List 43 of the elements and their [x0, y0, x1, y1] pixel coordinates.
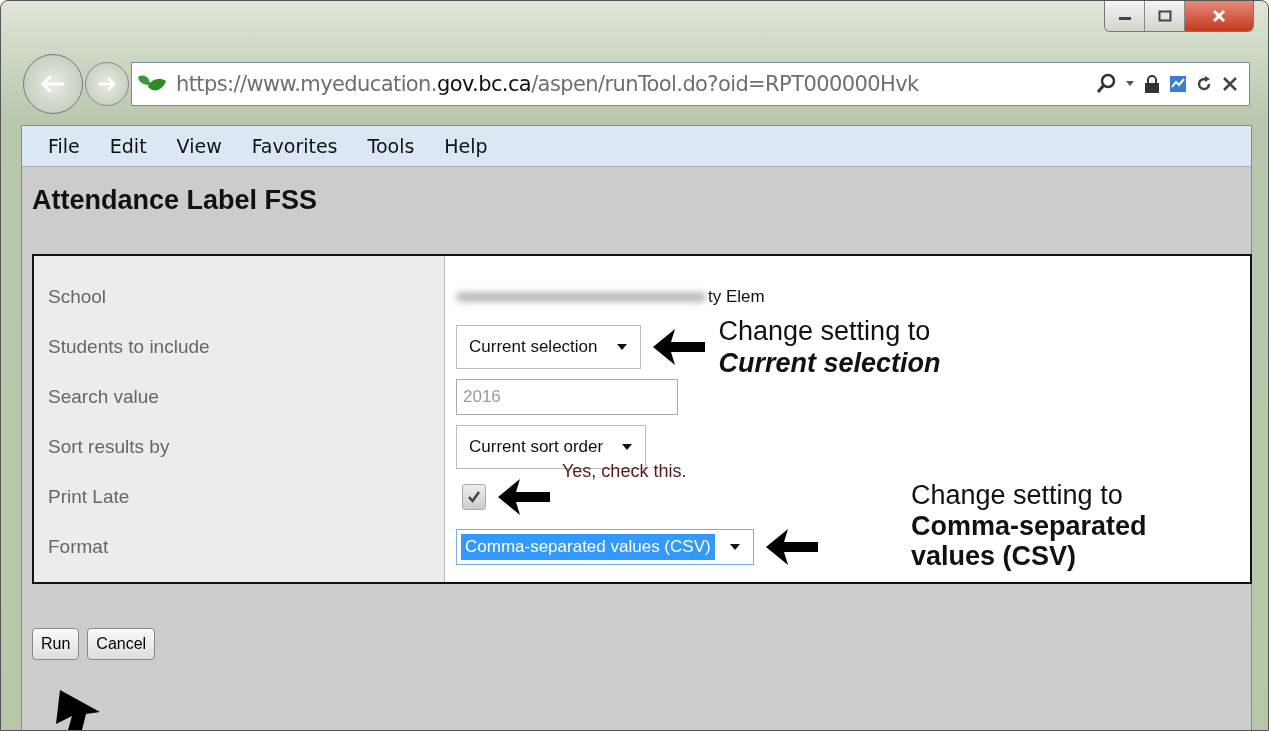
form-button[interactable]: Cancel: [87, 628, 156, 660]
annotation-text: Change setting to: [718, 315, 932, 347]
annotation-text: Current selection: [718, 347, 941, 379]
close-button[interactable]: [1185, 1, 1253, 31]
menu-item[interactable]: File: [48, 135, 80, 157]
checkbox[interactable]: [462, 484, 486, 510]
field-label: School: [48, 286, 107, 307]
annotation-text: values (CSV): [911, 541, 1078, 571]
form-button[interactable]: Run: [32, 628, 80, 660]
close-icon[interactable]: [1221, 75, 1239, 93]
refresh-icon[interactable]: [1195, 75, 1213, 93]
field-label: Format: [48, 536, 109, 557]
lock-icon[interactable]: [1143, 74, 1161, 94]
dropdown[interactable]: Current selection: [456, 325, 641, 369]
menu-item[interactable]: Edit: [109, 135, 147, 157]
minimize-button[interactable]: [1105, 1, 1145, 31]
caret-icon: [728, 543, 741, 551]
field-label: Print Late: [48, 486, 130, 507]
annotation-text: Change setting to: [911, 479, 1124, 511]
page-title: Attendance Label FSS: [32, 185, 319, 216]
compatibility-icon[interactable]: [1169, 75, 1187, 93]
close-icon: [1211, 9, 1227, 23]
check-icon: [467, 490, 481, 504]
caret-icon: [615, 343, 628, 351]
caret-icon: [621, 443, 634, 451]
maximize-button[interactable]: [1145, 1, 1185, 31]
field-label: Students to include: [48, 336, 210, 357]
maximize-icon: [1157, 10, 1172, 22]
forward-button[interactable]: [85, 62, 129, 106]
field-label: Search value: [48, 386, 159, 407]
search-icon[interactable]: [1095, 73, 1117, 95]
field-label: Sort results by: [48, 436, 170, 457]
search-value-field[interactable]: 2016: [456, 379, 678, 415]
menu-item[interactable]: Help: [444, 135, 488, 157]
menu-item[interactable]: View: [176, 135, 222, 157]
back-button[interactable]: [23, 54, 83, 114]
field-value: ty Elem: [708, 287, 765, 307]
address-bar[interactable]: https://www.myeducation.gov.bc.ca/aspen/runTool.do?oid=RPT000000Hvk: [131, 62, 1250, 106]
annotation-text: Comma-separated: [911, 511, 1147, 541]
forward-arrow-icon: [96, 75, 118, 93]
menu-item[interactable]: Favorites: [251, 135, 338, 157]
menu-item[interactable]: Tools: [367, 135, 415, 157]
caret-icon[interactable]: [1125, 80, 1135, 88]
